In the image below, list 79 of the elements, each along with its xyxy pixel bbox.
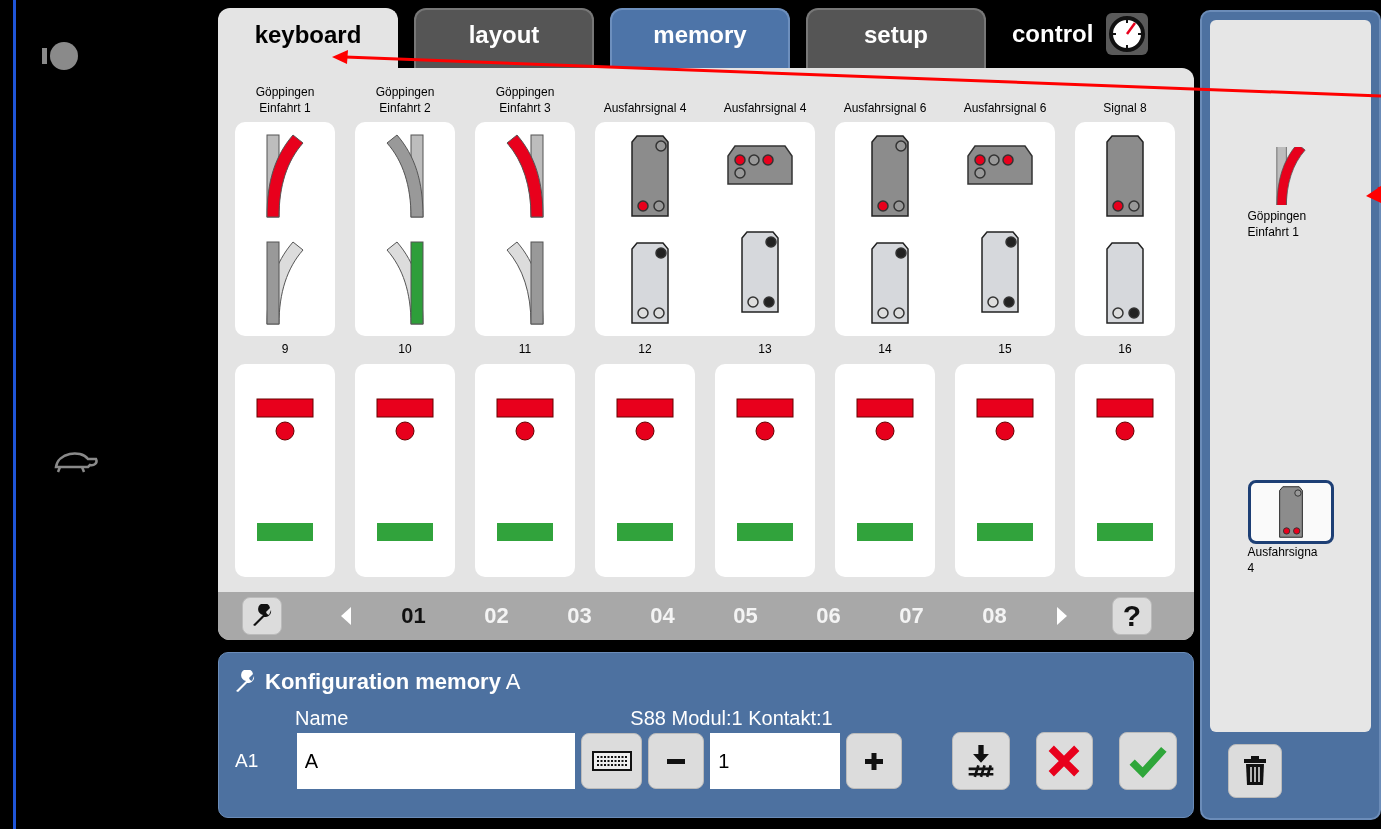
accessory-label: Göppingen Einfahrt 3 xyxy=(494,84,556,117)
slot-number: 11 xyxy=(517,341,533,358)
accessory-label: Ausfahrsignal 4 xyxy=(602,100,688,117)
turnout-icon[interactable] xyxy=(506,133,544,218)
memory-slot[interactable] xyxy=(955,364,1055,577)
stop-go-icon xyxy=(496,398,554,542)
slot-number: 16 xyxy=(1117,341,1133,358)
signal-icon[interactable] xyxy=(741,231,779,313)
help-button[interactable]: ? xyxy=(1112,597,1152,635)
decrement-button[interactable] xyxy=(648,733,705,789)
memory-slot[interactable] xyxy=(235,364,335,577)
signal-icon[interactable] xyxy=(631,134,669,217)
page-tab[interactable]: 01 xyxy=(372,603,455,629)
configuration-title: Konfiguration memory A xyxy=(265,669,521,695)
turnout-icon[interactable] xyxy=(506,240,544,325)
turnout-icon[interactable] xyxy=(266,133,304,218)
memory-slot[interactable] xyxy=(355,364,455,577)
close-icon xyxy=(1047,744,1082,778)
accessory-label: Ausfahrsignal 6 xyxy=(962,100,1048,117)
gauge-icon[interactable] xyxy=(1105,12,1150,56)
stop-go-icon xyxy=(616,398,674,542)
check-icon xyxy=(1129,744,1168,778)
read-contact-button[interactable] xyxy=(951,732,1010,790)
annotation-arrow xyxy=(1366,186,1381,203)
signal-icon[interactable] xyxy=(727,145,793,185)
plus-icon xyxy=(864,751,884,771)
minus-icon xyxy=(667,758,686,764)
turnout-icon[interactable] xyxy=(266,240,304,325)
name-label: Name xyxy=(295,707,349,730)
slot-number: 14 xyxy=(877,341,893,358)
name-field[interactable]: A xyxy=(296,733,575,789)
cancel-button[interactable] xyxy=(1035,732,1094,790)
memory-slot[interactable] xyxy=(1075,364,1175,577)
slot-number: 9 xyxy=(280,341,290,358)
memory-slot[interactable] xyxy=(475,364,575,577)
tab[interactable]: layout xyxy=(414,8,594,68)
stop-go-icon xyxy=(1096,398,1154,542)
signal-icon[interactable] xyxy=(1106,134,1144,217)
contact-field[interactable]: 1 xyxy=(710,733,841,789)
accessory-label: Signal 8 xyxy=(1102,100,1148,117)
signal-icon[interactable] xyxy=(981,231,1019,313)
accessory-label: Ausfahrsignal 6 xyxy=(842,100,928,117)
turnout-icon[interactable] xyxy=(386,133,424,218)
stop-go-icon xyxy=(856,398,914,542)
tab[interactable]: control xyxy=(1002,20,1098,48)
keyboard-button[interactable] xyxy=(580,733,643,789)
contact-label: S88 Modul:1 Kontakt:1 xyxy=(630,707,833,730)
stop-go-icon xyxy=(256,398,314,542)
slot-number: 13 xyxy=(757,341,773,358)
memory-slot[interactable] xyxy=(835,364,935,577)
signal-icon[interactable] xyxy=(967,145,1033,185)
slot-number: 15 xyxy=(997,341,1013,358)
row-label: A1 xyxy=(234,750,260,772)
memory-slot[interactable] xyxy=(595,364,695,577)
signal-icon[interactable] xyxy=(871,134,909,217)
signal-icon[interactable] xyxy=(871,241,909,324)
signal-icon[interactable] xyxy=(1106,241,1144,324)
sequence-label: Ausfahrsigna 4 xyxy=(1247,544,1318,576)
sequence-label: Göppingen Einfahrt 1 xyxy=(1247,208,1307,240)
memory-slot[interactable] xyxy=(715,364,815,577)
accessory-label: Göppingen Einfahrt 1 xyxy=(254,84,316,117)
accessory-label: Ausfahrsignal 4 xyxy=(722,100,808,117)
delete-button[interactable] xyxy=(1228,744,1282,798)
tab[interactable]: setup xyxy=(806,8,986,68)
trash-icon xyxy=(1243,756,1267,786)
stop-go-icon xyxy=(736,398,794,542)
settings-button[interactable] xyxy=(242,597,282,635)
slot-number: 10 xyxy=(397,341,413,358)
increment-button[interactable] xyxy=(846,733,902,789)
accessory-label: Göppingen Einfahrt 2 xyxy=(374,84,436,117)
slot-number: 12 xyxy=(637,341,653,358)
turnout-icon[interactable] xyxy=(386,240,424,325)
sequence-item[interactable] xyxy=(1247,480,1334,544)
stop-go-icon xyxy=(376,398,434,542)
signal-icon[interactable] xyxy=(631,241,669,324)
stop-go-icon xyxy=(976,398,1034,542)
tab[interactable]: memory xyxy=(610,8,790,68)
keyboard-icon xyxy=(591,750,632,772)
tab[interactable]: keyboard xyxy=(218,8,398,68)
